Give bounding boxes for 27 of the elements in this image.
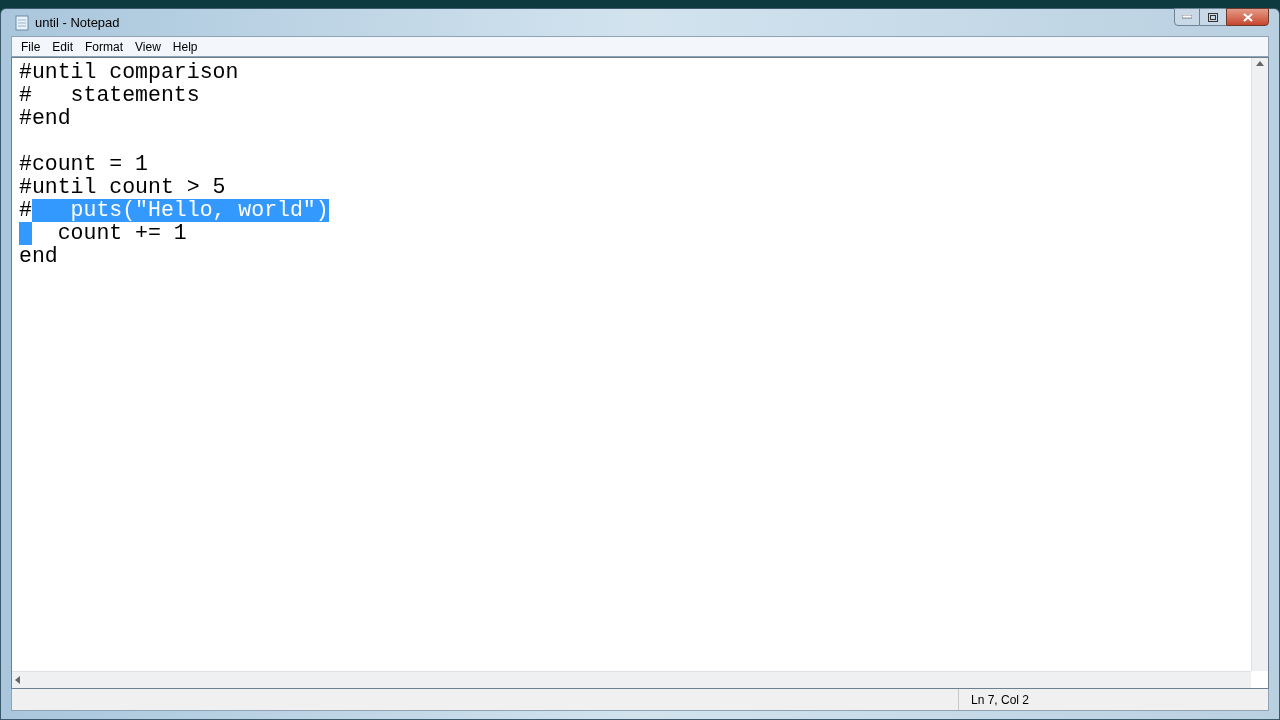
code-line: count += 1 — [56, 222, 187, 245]
code-line: # — [19, 199, 32, 222]
text-editor[interactable]: #until comparison # statements #end #count = 1 #until count > 5 # puts("Hello, world") count += 1 end — [11, 57, 1269, 689]
menu-item[interactable]: View — [129, 37, 167, 56]
vertical-scrollbar[interactable] — [1251, 58, 1268, 671]
menu-item[interactable]: Edit — [46, 37, 80, 56]
cursor-position: Ln 7, Col 2 — [971, 691, 1030, 709]
menu-item[interactable]: Help — [166, 37, 204, 56]
menu-item[interactable]: File — [15, 37, 47, 56]
horizontal-scrollbar[interactable] — [12, 671, 1251, 688]
code-line: #until count > 5 — [19, 176, 226, 199]
close-icon — [1242, 12, 1253, 22]
window-title: until - Notepad — [35, 13, 120, 32]
code-line: #end — [19, 107, 71, 130]
scroll-left-icon[interactable] — [15, 676, 20, 684]
code-line: end — [19, 245, 58, 268]
menu-item[interactable]: Format — [79, 37, 130, 56]
code-line: #until comparison — [19, 61, 239, 84]
maximize-button[interactable] — [1200, 8, 1226, 26]
notepad-icon — [15, 14, 29, 31]
minimize-icon — [1182, 15, 1192, 19]
code-line: #count = 1 — [19, 153, 149, 176]
scroll-up-icon[interactable] — [1256, 61, 1264, 66]
code-line: # statements — [19, 84, 200, 107]
selected-text: puts("Hello, world") — [31, 199, 329, 222]
close-button[interactable] — [1226, 8, 1269, 26]
maximize-icon — [1208, 12, 1218, 22]
